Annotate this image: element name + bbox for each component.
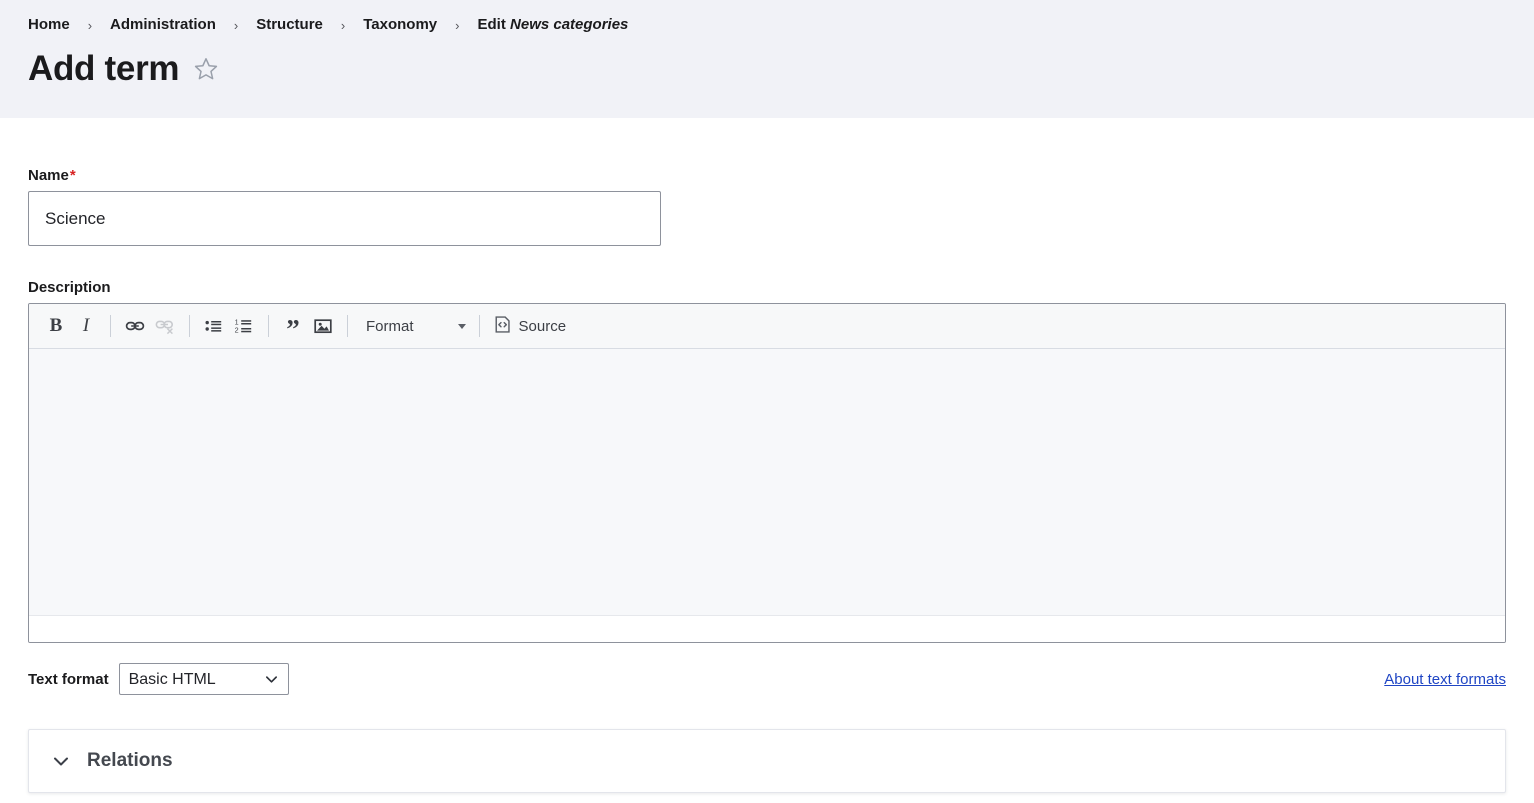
required-asterisk: * bbox=[69, 167, 76, 184]
blockquote-glyph: ” bbox=[286, 314, 300, 344]
about-text-formats-link[interactable]: About text formats bbox=[1384, 671, 1506, 688]
breadcrumb-item-home[interactable]: Home bbox=[28, 15, 70, 35]
page-title: Add term bbox=[28, 49, 180, 88]
ckeditor: B I 1 2 ” Format Source bbox=[28, 303, 1506, 643]
page-header: Home › Administration › Structure › Taxo… bbox=[0, 0, 1534, 118]
name-field-group: Name* bbox=[28, 118, 1506, 246]
star-outline-icon[interactable] bbox=[191, 54, 221, 84]
ckeditor-content-area[interactable] bbox=[29, 349, 1505, 615]
text-format-select[interactable]: Basic HTML bbox=[118, 663, 289, 695]
breadcrumb-item-administration[interactable]: Administration bbox=[110, 15, 216, 35]
italic-glyph: I bbox=[82, 315, 90, 336]
relations-section[interactable]: Relations bbox=[28, 729, 1506, 793]
breadcrumb-separator: › bbox=[233, 17, 239, 33]
breadcrumb-separator: › bbox=[455, 17, 460, 33]
text-format-label: Text format bbox=[28, 670, 109, 688]
description-field-group: Description B I 1 2 ” Format Source bbox=[28, 246, 1506, 643]
italic-icon[interactable]: I bbox=[71, 311, 101, 341]
name-input[interactable] bbox=[28, 191, 661, 246]
link-icon[interactable] bbox=[120, 311, 150, 341]
breadcrumb-item-taxonomy[interactable]: Taxonomy bbox=[363, 15, 437, 35]
breadcrumb-separator: › bbox=[340, 17, 346, 33]
toolbar-separator bbox=[478, 315, 480, 337]
chevron-down-icon bbox=[51, 751, 71, 771]
text-format-select-wrap: Basic HTML bbox=[118, 663, 289, 695]
description-label: Description bbox=[28, 279, 111, 296]
bold-icon[interactable]: B bbox=[41, 311, 71, 341]
source-button-label: Source bbox=[518, 317, 567, 335]
toolbar-separator bbox=[189, 315, 190, 337]
image-icon[interactable] bbox=[308, 311, 338, 341]
ckeditor-toolbar: B I 1 2 ” Format Source bbox=[29, 304, 1505, 349]
breadcrumb-item-structure[interactable]: Structure bbox=[256, 15, 323, 35]
bulleted-list-icon[interactable] bbox=[199, 311, 229, 341]
breadcrumb-item-edit-news-categories[interactable]: Edit News categories bbox=[478, 15, 629, 35]
toolbar-separator bbox=[268, 315, 269, 337]
name-label: Name* bbox=[28, 167, 1506, 184]
format-dropdown[interactable]: Format bbox=[362, 311, 470, 341]
source-code-icon bbox=[493, 315, 512, 337]
format-dropdown-label: Format bbox=[366, 317, 414, 335]
breadcrumb-separator: › bbox=[87, 17, 93, 33]
breadcrumb: Home › Administration › Structure › Taxo… bbox=[28, 14, 1506, 36]
name-label-text: Name bbox=[28, 167, 69, 184]
breadcrumb-vocabulary-name: News categories bbox=[510, 16, 629, 33]
ckeditor-footer bbox=[29, 615, 1505, 642]
source-button[interactable]: Source bbox=[489, 311, 571, 341]
blockquote-icon[interactable]: ” bbox=[278, 311, 308, 344]
caret-down-icon bbox=[457, 323, 466, 329]
text-format-row: Text format Basic HTML About text format… bbox=[28, 663, 1506, 695]
bold-glyph: B bbox=[49, 315, 63, 336]
unlink-icon[interactable] bbox=[150, 311, 180, 341]
toolbar-separator bbox=[110, 315, 111, 337]
relations-title: Relations bbox=[87, 750, 173, 771]
title-row: Add term bbox=[28, 48, 1506, 90]
breadcrumb-edit-label: Edit bbox=[477, 16, 506, 33]
toolbar-separator bbox=[347, 315, 348, 337]
numbered-list-icon[interactable]: 1 2 bbox=[229, 311, 259, 341]
svg-text:2: 2 bbox=[235, 325, 239, 334]
main-content: Name* Description B I bbox=[0, 118, 1534, 793]
